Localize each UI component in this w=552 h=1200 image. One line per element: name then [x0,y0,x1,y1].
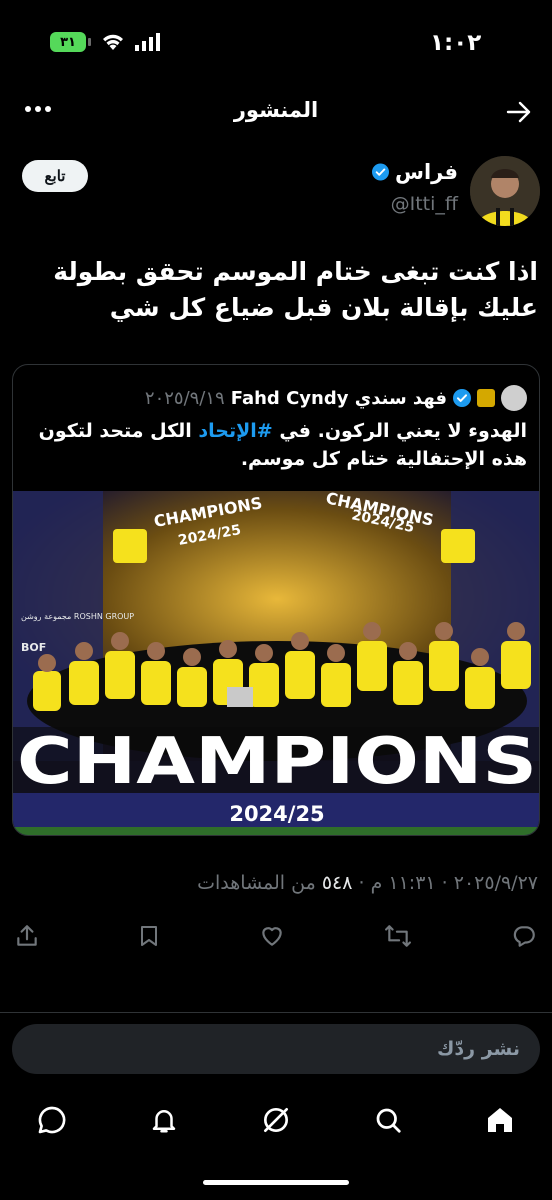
quote-date: ٢٠٢٥/٩/١٩ [144,387,225,409]
quote-text: الهدوء لا يعني الركون. في #الإتحاد الكل … [13,417,539,473]
follow-button[interactable]: تابع [22,160,88,192]
notifications-icon[interactable] [149,1104,179,1136]
wifi-icon [103,34,123,50]
retweet-icon[interactable] [383,923,413,949]
arrow-right-icon[interactable] [506,100,532,124]
author-handle[interactable]: @Itti_ff [330,193,458,215]
author-name: فراس [395,160,458,184]
club-flag-icon [477,389,495,407]
like-icon[interactable] [258,923,286,949]
verified-badge-icon [372,163,389,181]
bookmark-icon[interactable] [137,923,161,949]
messages-icon[interactable] [36,1104,68,1136]
verified-badge-icon [453,389,471,407]
quoted-tweet-header: Fahd Cyndy فهد سندي ٢٠٢٥/٩/١٩ [13,385,539,411]
signal-icon [135,33,160,51]
home-icon[interactable] [484,1104,516,1136]
quoted-tweet-card[interactable]: Fahd Cyndy فهد سندي ٢٠٢٥/٩/١٩ الهدوء لا … [12,364,540,836]
battery-tip [88,38,91,46]
home-indicator [203,1180,349,1185]
quote-text-part1: الهدوء لا يعني الركون. في [272,420,527,442]
quote-author-name: Fahd Cyndy فهد سندي [230,387,447,409]
search-icon[interactable] [373,1104,403,1136]
reply-input[interactable] [12,1024,540,1074]
bottom-nav [0,1098,552,1142]
battery-icon: ٣١ [50,32,86,52]
sponsor-text: مجموعة روشن ROSHN GROUP [21,612,134,621]
reply-icon[interactable] [510,923,538,949]
board-text: CHAMPIONS [17,725,537,799]
views-label: من المشاهدات [197,872,316,894]
tweet-action-bar [0,918,552,954]
tweet-meta: ٢٠٢٥/٩/٢٧ · ١١:٣١ م · ٥٤٨ من المشاهدات [197,872,538,894]
avatar[interactable] [470,156,540,226]
tweet-text: اذا كنت تبغى ختام الموسم تحقق بطولة عليك… [53,257,538,322]
author-name-row[interactable]: فراس [372,160,458,184]
grok-icon[interactable] [260,1104,292,1136]
share-icon[interactable] [14,923,40,949]
status-icons: ٣١ [50,32,161,52]
sponsor-text-2: BOF [21,641,46,654]
board-year: 2024/25 [229,802,324,826]
hashtag-link[interactable]: #الإتحاد [198,420,272,442]
status-time: ١:٠٢ [430,30,482,56]
quote-avatar [501,385,527,411]
page-title: المنشور [233,98,319,122]
celebration-photo[interactable]: CHAMPIONS 2024/25 CHAMPIONS 2024/25 مجمو… [13,491,540,836]
meta-time: ١١:٣١ م [370,872,436,894]
divider [0,1012,552,1013]
views-count: ٥٤٨ [321,872,353,894]
meta-date: ٢٠٢٥/٩/٢٧ [453,872,538,894]
